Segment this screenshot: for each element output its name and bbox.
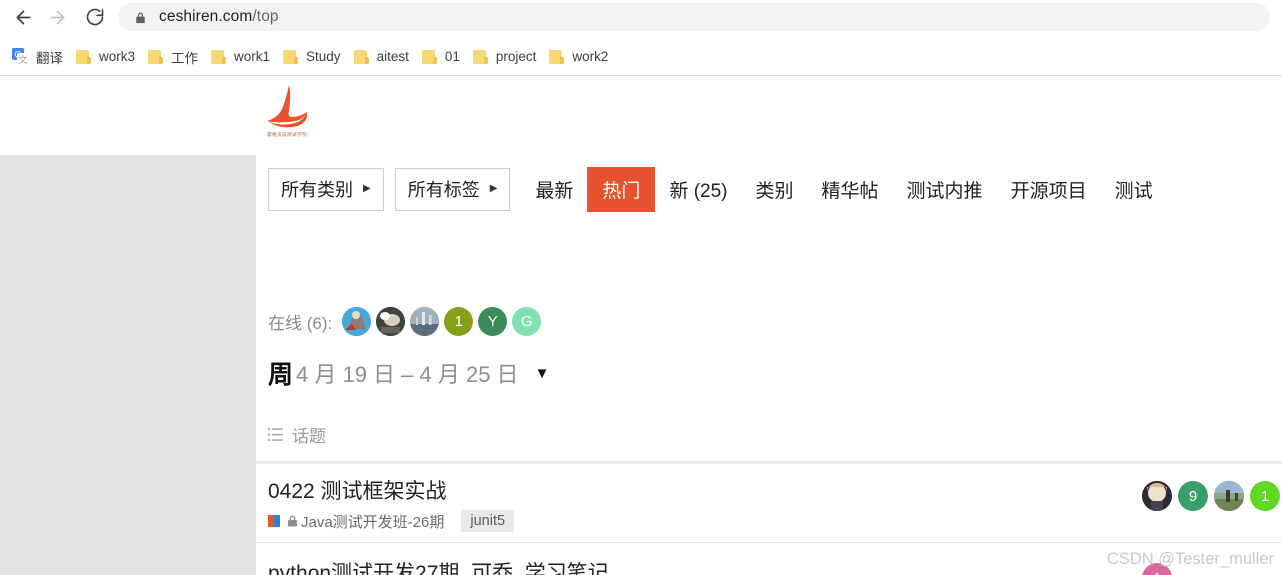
witch-hat-logo-icon <box>267 85 308 128</box>
address-bar[interactable]: ceshiren.com/top <box>118 3 1270 31</box>
nav-tab-new[interactable]: 新 (25) <box>655 168 741 211</box>
user-avatar-6[interactable]: G <box>512 307 542 336</box>
url-path: /top <box>252 8 279 25</box>
forward-arrow-icon <box>40 0 74 34</box>
nav-tab-featured[interactable]: 精华帖 <box>808 168 893 211</box>
back-arrow-icon[interactable] <box>6 0 40 34</box>
lock-icon <box>288 515 297 527</box>
browser-chrome: ceshiren.com/top G 文 翻译 work3 <box>0 0 1282 76</box>
bookmark-gongzuo[interactable]: 工作 <box>143 44 206 70</box>
reload-icon[interactable] <box>78 0 112 34</box>
participant-avatar[interactable] <box>1214 481 1244 511</box>
folder-icon <box>148 49 164 64</box>
date-range-selector[interactable]: 周 4 月 19 日 – 4 月 25 日 ▼ <box>268 355 549 391</box>
avatar-letter: G <box>520 313 533 330</box>
browser-toolbar: ceshiren.com/top <box>0 0 1282 34</box>
bookmark-translate[interactable]: G 文 翻译 <box>7 44 71 70</box>
nav-tab-hot[interactable]: 热门 <box>587 166 656 212</box>
folder-icon <box>211 49 227 64</box>
bookmark-work1[interactable]: work1 <box>206 44 278 70</box>
reply-count: 9 <box>1188 487 1198 505</box>
user-avatar-5[interactable]: Y <box>478 307 508 336</box>
tag-filter-dropdown[interactable]: 所有标签 ▶ <box>394 167 511 211</box>
poster-avatar[interactable] <box>1142 481 1172 511</box>
category-filter-label: 所有类别 <box>281 180 353 200</box>
user-avatar-3[interactable] <box>410 307 440 336</box>
nav-tab-referral[interactable]: 测试内推 <box>893 168 997 211</box>
bookmark-study[interactable]: Study <box>278 44 349 70</box>
topic-stats: 9 1 <box>1142 481 1282 511</box>
bookmark-aitest[interactable]: aitest <box>349 44 417 70</box>
bookmark-label: 工作 <box>171 50 199 66</box>
user-avatar-2[interactable] <box>376 307 406 336</box>
topic-nav-bar: 所有类别 ▶ 所有标签 ▶ 最新 热门 新 (25) 类别 精华帖 测试内推 开… <box>268 166 1167 212</box>
watermark: CSDN @Tester_muller <box>1106 550 1274 568</box>
topic-column-header: 话题 <box>292 427 326 446</box>
nav-tab-testing[interactable]: 测试 <box>1101 168 1167 211</box>
view-count-badge[interactable]: 1 <box>1250 481 1280 511</box>
online-users-row: 在线 (6): 1 Y G <box>268 307 546 336</box>
user-avatar-1[interactable] <box>342 307 372 336</box>
left-rail <box>0 155 256 575</box>
avatar-letter: 1 <box>454 313 463 330</box>
topic-title[interactable]: 0422 测试框架实战 <box>268 475 514 505</box>
bookmark-01[interactable]: 01 <box>417 44 468 70</box>
avatar-letter: A <box>1152 570 1162 575</box>
bookmark-work2[interactable]: work2 <box>544 44 616 70</box>
folder-icon <box>76 49 92 64</box>
svg-text:文: 文 <box>18 54 27 65</box>
google-translate-icon: G 文 <box>12 48 29 65</box>
bookmarks-bar: G 文 翻译 work3 工作 work1 S <box>0 38 1282 75</box>
folder-icon <box>353 49 370 64</box>
bookmark-work3[interactable]: work3 <box>71 44 143 70</box>
list-icon <box>268 428 283 441</box>
category-color-marker <box>268 515 280 527</box>
topic-category[interactable]: Java测试开发班-26期 <box>301 511 444 532</box>
nav-tab-opensource[interactable]: 开源项目 <box>997 168 1101 211</box>
bookmark-label: work2 <box>572 49 609 64</box>
bookmark-label: project <box>495 49 537 64</box>
url-text: ceshiren.com/top <box>159 8 279 26</box>
topic-table-header: 话题 <box>256 413 1282 464</box>
chevron-right-icon: ▶ <box>363 183 371 194</box>
bookmark-label: 翻译 <box>36 50 63 66</box>
reply-count-badge[interactable]: 9 <box>1178 481 1208 511</box>
view-count: 1 <box>1260 487 1270 505</box>
bookmark-label: Study <box>306 49 341 64</box>
site-header: 霍格沃兹测试学院 <box>0 76 1282 156</box>
tag-filter-label: 所有标签 <box>407 180 480 200</box>
bookmark-project[interactable]: project <box>468 44 545 70</box>
folder-icon <box>421 49 438 64</box>
folder-icon <box>472 49 489 64</box>
folder-icon <box>549 49 565 64</box>
bookmark-label: aitest <box>376 49 409 64</box>
main-content: 所有类别 ▶ 所有标签 ▶ 最新 热门 新 (25) 类别 精华帖 测试内推 开… <box>256 155 1282 575</box>
user-avatar-4[interactable]: 1 <box>444 307 474 336</box>
date-range-label: 4 月 19 日 – 4 月 25 日 <box>296 362 519 387</box>
table-row[interactable]: 0422 测试框架实战 Java测试开发班-26期 junit5 9 1 <box>256 461 1282 543</box>
bookmark-label: 01 <box>444 49 460 64</box>
folder-icon <box>283 49 299 64</box>
topic-title[interactable]: python测试开发27期_可乔_学习笔记 <box>268 557 609 575</box>
online-users-label: 在线 (6): <box>268 314 333 333</box>
site-logo[interactable]: 霍格沃兹测试学院 <box>256 82 318 146</box>
url-domain: ceshiren.com <box>159 8 253 25</box>
category-filter-dropdown[interactable]: 所有类别 ▶ <box>268 167 384 211</box>
nav-tab-categories[interactable]: 类别 <box>742 168 808 211</box>
lock-icon <box>136 11 145 23</box>
logo-caption: 霍格沃兹测试学院 <box>267 132 307 137</box>
bookmark-label: work1 <box>234 49 271 64</box>
date-period-label: 周 <box>268 361 294 389</box>
chevron-right-icon: ▶ <box>489 183 498 194</box>
topic-tag[interactable]: junit5 <box>461 510 515 532</box>
nav-tab-latest[interactable]: 最新 <box>521 168 587 211</box>
browser-window: ceshiren.com/top G 文 翻译 work3 <box>0 0 1282 575</box>
avatar-letter: Y <box>487 313 498 330</box>
chevron-down-icon[interactable]: ▼ <box>535 366 550 381</box>
page-viewport: 霍格沃兹测试学院 所有类别 ▶ 所有标签 ▶ 最新 热门 新 (25) 类别 精… <box>0 76 1282 575</box>
bookmark-label: work3 <box>99 49 136 64</box>
